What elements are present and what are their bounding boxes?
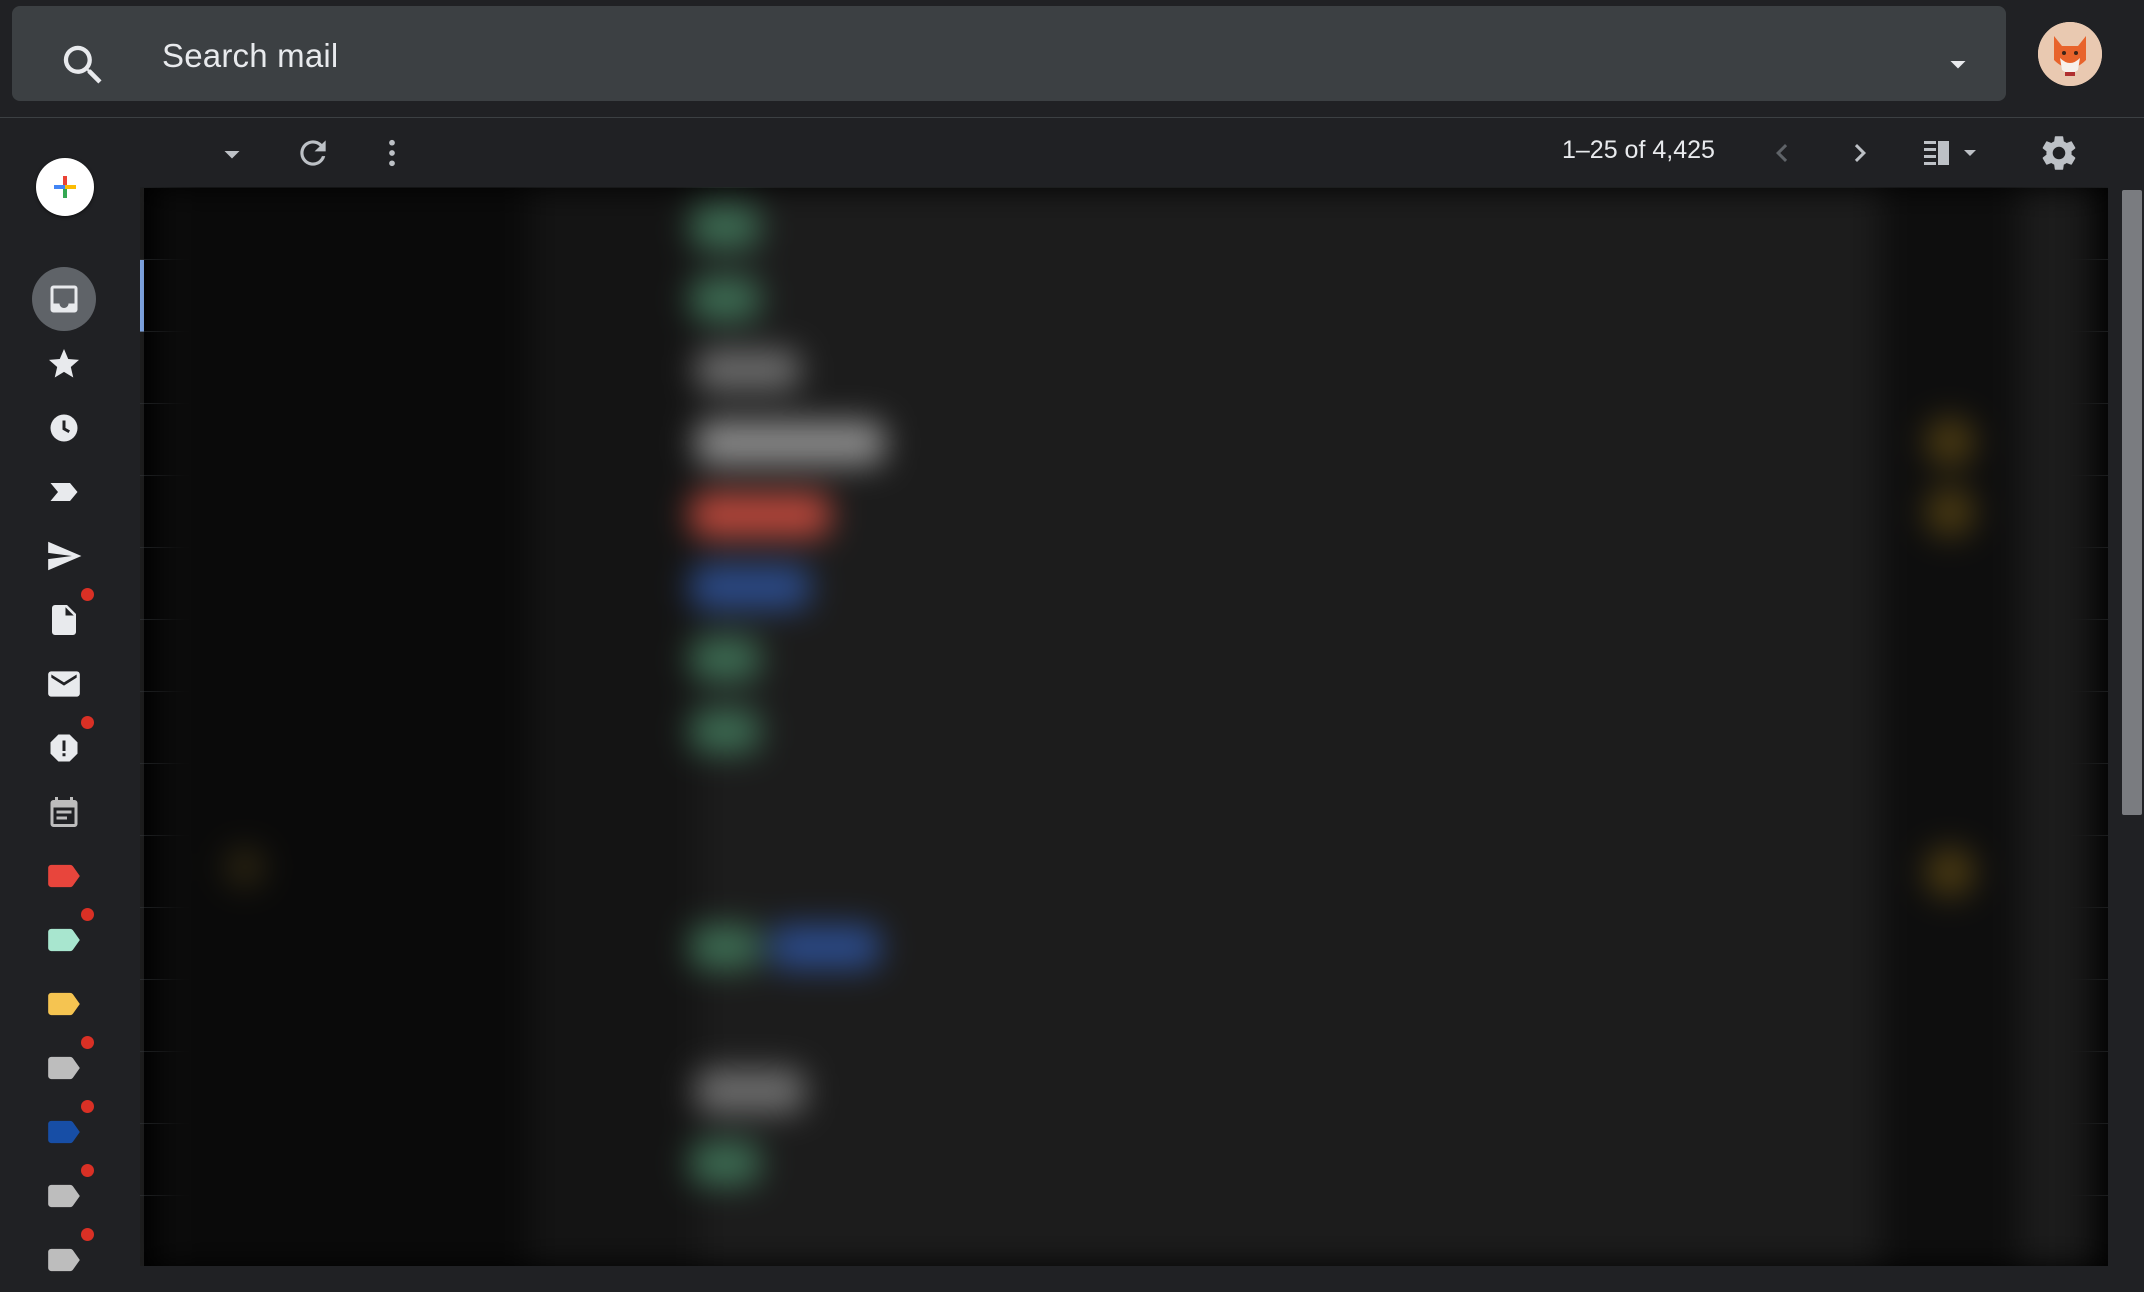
label-icon	[45, 921, 83, 959]
caret-down-icon[interactable]	[1940, 46, 1976, 82]
sidebar-item-starred[interactable]	[32, 332, 96, 396]
label-icon	[45, 1177, 83, 1215]
compose-button[interactable]	[36, 158, 94, 216]
star-icon	[46, 346, 82, 382]
caret-down-icon[interactable]	[212, 134, 252, 174]
refresh-icon[interactable]	[291, 131, 335, 175]
search-icon[interactable]	[48, 30, 118, 100]
sidebar-item-all-mail[interactable]	[32, 652, 96, 716]
label-icon	[45, 1113, 83, 1151]
calendar-note-icon	[46, 794, 82, 830]
label-icon	[45, 1241, 83, 1279]
notification-dot	[81, 716, 94, 729]
label-icon	[45, 985, 83, 1023]
notification-dot	[81, 1164, 94, 1177]
sidebar-item-snoozed[interactable]	[32, 396, 96, 460]
more-vert-icon[interactable]	[370, 131, 414, 175]
report-icon	[46, 730, 82, 766]
clock-icon	[46, 410, 82, 446]
notification-dot	[81, 1036, 94, 1049]
notification-dot	[81, 908, 94, 921]
sidebar-item-label-grey-2[interactable]	[32, 1164, 96, 1228]
sidebar-item-label-mint[interactable]	[32, 908, 96, 972]
redacted-content	[140, 187, 2108, 1267]
sidebar-item-label-red[interactable]	[32, 844, 96, 908]
email-list	[140, 187, 2108, 1267]
notification-dot	[81, 1100, 94, 1113]
search-bar[interactable]: Search mail	[12, 6, 2006, 101]
notification-dot	[81, 588, 94, 601]
search-input[interactable]: Search mail	[162, 37, 338, 75]
gear-icon[interactable]	[2036, 130, 2082, 176]
sidebar-item-sent[interactable]	[32, 524, 96, 588]
split-pane-icon[interactable]	[1918, 133, 1994, 173]
sidebar-item-label-blue[interactable]	[32, 1100, 96, 1164]
chevron-left-icon[interactable]	[1760, 131, 1804, 175]
chevron-right-icon[interactable]	[1838, 131, 1882, 175]
important-label-icon	[46, 474, 82, 510]
send-icon	[45, 537, 83, 575]
scrollbar-thumb[interactable]	[2122, 190, 2142, 815]
mail-toolbar	[140, 118, 2105, 188]
sidebar-item-important[interactable]	[32, 460, 96, 524]
draft-icon	[46, 602, 82, 638]
sidebar-item-scheduled[interactable]	[32, 780, 96, 844]
label-icon	[45, 857, 83, 895]
list-footer	[140, 1266, 2108, 1292]
sidebar-item-label-yellow[interactable]	[32, 972, 96, 1036]
pagination-label: 1–25 of 4,425	[1562, 136, 1715, 164]
app-header: Search mail	[0, 0, 2144, 118]
mail-icon	[45, 665, 83, 703]
sidebar-item-inbox[interactable]	[32, 267, 96, 331]
avatar[interactable]	[2038, 22, 2102, 86]
sidebar-item-drafts[interactable]	[32, 588, 96, 652]
sidebar-item-label-grey-1[interactable]	[32, 1036, 96, 1100]
inbox-icon	[46, 281, 82, 317]
sidebar-item-spam[interactable]	[32, 716, 96, 780]
sidebar-item-label-grey-3[interactable]	[32, 1228, 96, 1292]
label-icon	[45, 1049, 83, 1087]
notification-dot	[81, 1228, 94, 1241]
